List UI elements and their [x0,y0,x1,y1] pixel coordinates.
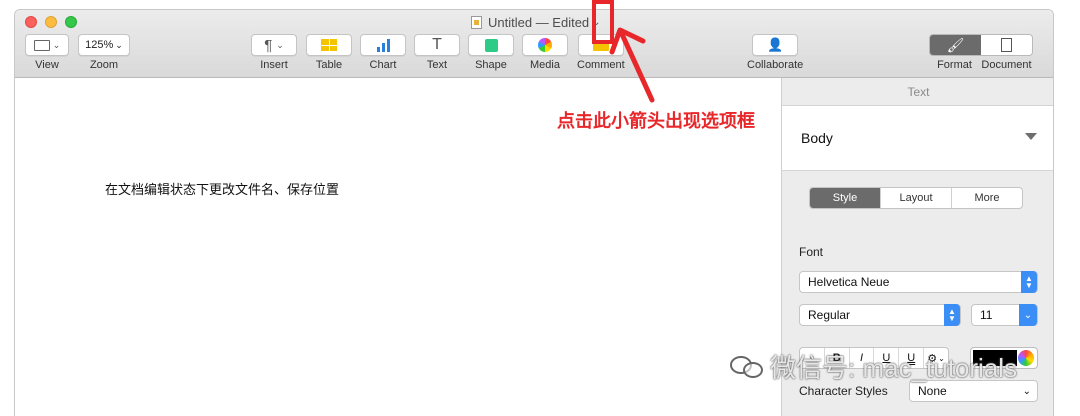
character-styles-value: None [918,384,947,398]
format-button[interactable]: 🖌 [930,35,981,55]
chevron-down-icon: ⌄ [1019,304,1037,326]
tab-more[interactable]: More [952,188,1022,208]
document-label: Document [981,59,1032,71]
updown-chevron-icon: ▲ ▼ [944,304,960,326]
insert-label: Insert [260,59,288,71]
color-wheel-icon[interactable] [1018,350,1034,366]
chevron-down-icon: ⌄ [1022,385,1031,397]
view-label: View [35,59,59,71]
close-window-button[interactable] [25,16,37,28]
collaborate-label: Collaborate [747,59,804,71]
comment-label: Comment [577,59,625,71]
view-tool[interactable]: ⌄ View [25,34,69,71]
chevron-down-icon: ⌄ [115,39,123,50]
paragraph-style-picker[interactable]: Body [782,106,1053,171]
chart-label: Chart [369,59,397,71]
text-box-icon: T [432,36,442,53]
document-button[interactable] [981,35,1032,55]
collaborate-button[interactable]: 👤 [752,34,799,56]
text-tool[interactable]: T Text [414,34,460,71]
annotation-highlight-box [592,0,614,44]
font-section-label: Font [799,245,824,259]
table-icon [321,39,337,51]
paragraph-style-name: Body [801,130,833,146]
typeface-value: Regular [808,308,851,322]
annotation-text: 点击此小箭头出现选项框 [557,111,755,131]
media-button[interactable] [522,34,568,56]
insert-button[interactable]: ¶ ⌄ [251,34,297,56]
view-button[interactable]: ⌄ [25,34,69,56]
table-button[interactable] [306,34,352,56]
chart-button[interactable] [360,34,406,56]
shape-tool[interactable]: Shape [468,34,514,71]
format-label: Format [937,59,972,71]
title-toolbar: Untitled — Edited ⌄ ⌄ View 125% ⌄ Zoom ¶… [15,10,1053,78]
media-label: Media [530,59,560,71]
watermark-text: 微信号: mac_tutorials [770,353,1018,383]
fullscreen-window-button[interactable] [65,16,77,28]
tab-layout[interactable]: Layout [881,188,952,208]
table-label: Table [315,59,343,71]
bar-chart-icon [376,38,390,52]
minimize-window-button[interactable] [45,16,57,28]
triangle-down-icon [1025,133,1037,140]
chevron-down-icon: ⌄ [276,39,284,50]
shape-label: Shape [475,59,507,71]
shape-square-icon [484,38,498,52]
chart-tool[interactable]: Chart [360,34,406,71]
window-title-text: Untitled — Edited [488,14,590,30]
character-styles-label: Character Styles [799,384,888,398]
add-person-icon: 👤 [767,37,784,52]
updown-chevron-icon: ▲ ▼ [1021,271,1037,293]
shape-button[interactable] [468,34,514,56]
sidebar-view-icon [33,39,50,51]
text-label: Text [426,59,448,71]
photos-icon [538,38,552,52]
insert-tool[interactable]: ¶ ⌄ Insert [251,34,297,71]
chevron-down-icon: ⌄ [52,39,61,50]
inspector-tabs: Style Layout More [809,187,1023,209]
collaborate-tool[interactable]: 👤 Collaborate [747,34,803,71]
text-button[interactable]: T [414,34,460,56]
typeface-popup[interactable]: Regular ▲ ▼ [799,304,961,326]
watermark: 微信号: mac_tutorials [730,348,1017,385]
wechat-icon [730,354,764,380]
inspector-title: Text [782,78,1053,106]
media-tool[interactable]: Media [522,34,568,71]
zoom-select[interactable]: 125% ⌄ [78,34,130,56]
document-proxy-icon[interactable] [471,15,482,29]
zoom-value: 125% [85,39,114,51]
document-icon [1001,38,1012,52]
pilcrow-icon: ¶ [264,36,273,54]
tab-style[interactable]: Style [810,188,881,208]
paintbrush-icon: 🖌 [946,36,965,53]
document-body-text[interactable]: 在文档编辑状态下更改文件名、保存位置 [105,179,339,198]
font-size-field[interactable]: 11 ⌄ [971,304,1038,326]
font-family-popup[interactable]: Helvetica Neue ▲ ▼ [799,271,1038,293]
zoom-tool[interactable]: 125% ⌄ Zoom [78,34,130,71]
font-family-value: Helvetica Neue [808,275,890,289]
zoom-label: Zoom [89,59,119,71]
inspector-tools: 🖌 Format Document [929,34,1033,71]
inspector-segmented-control: 🖌 [929,34,1033,56]
inspector-labels: Format Document [929,56,1033,71]
window-title: Untitled — Edited ⌄ [471,13,601,31]
table-tool[interactable]: Table [306,34,352,71]
font-size-value: 11 [980,308,993,322]
